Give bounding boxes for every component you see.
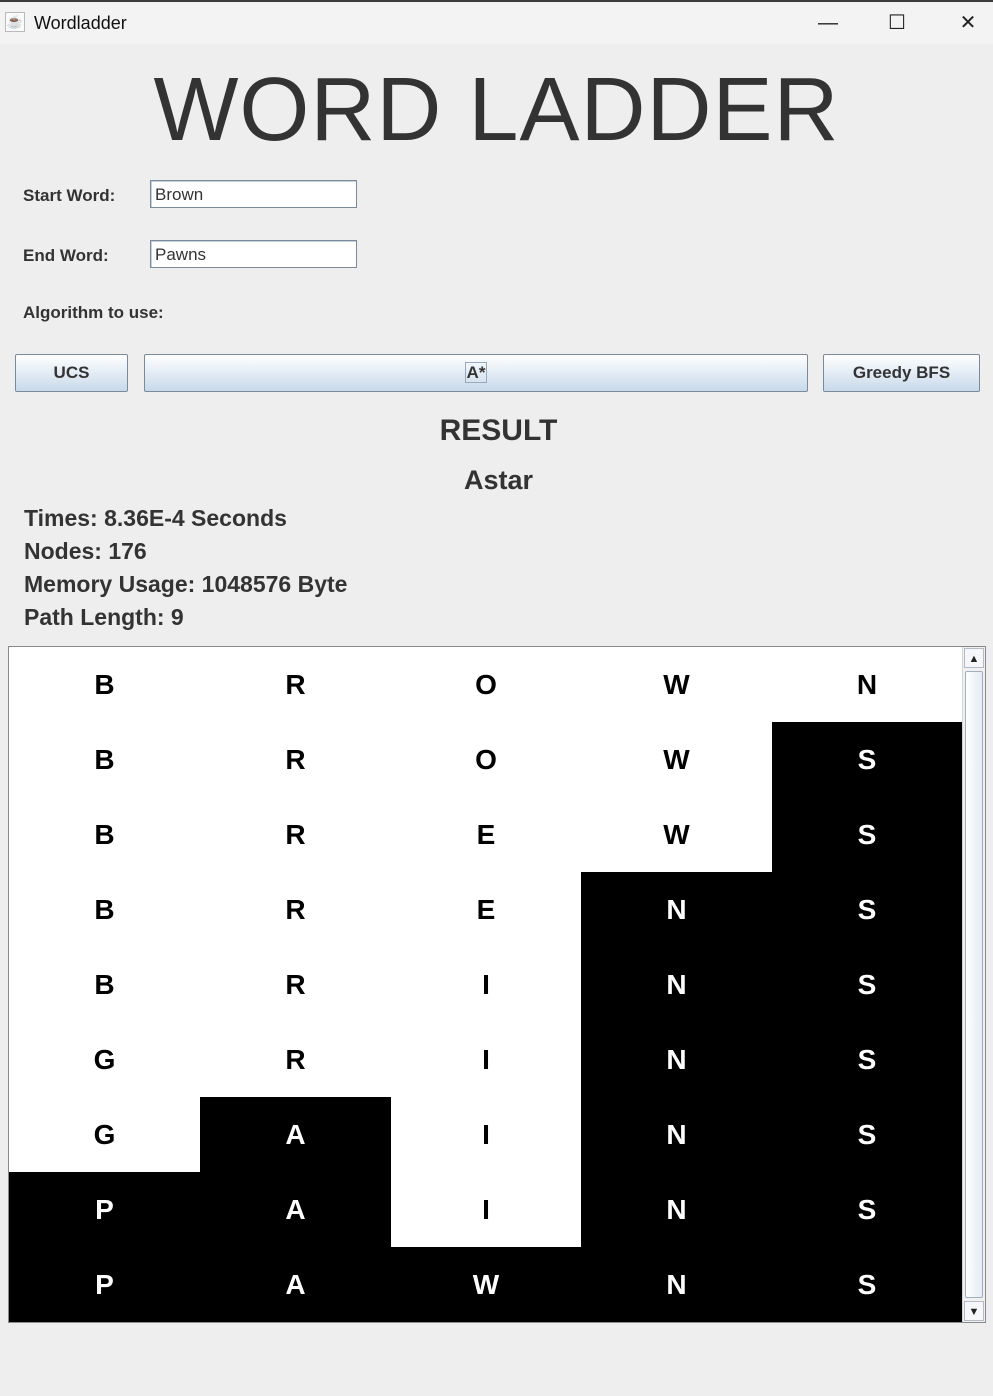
- ladder-cell: R: [200, 722, 391, 797]
- ladder-cell: N: [581, 947, 772, 1022]
- ladder-cell: S: [772, 1247, 962, 1322]
- close-button[interactable]: ✕: [945, 2, 991, 44]
- end-word-input[interactable]: [150, 240, 357, 268]
- algorithm-label: Algorithm to use:: [23, 303, 164, 322]
- title-bar: ☕ Wordladder — ☐ ✕: [0, 0, 993, 44]
- scroll-up-icon[interactable]: ▲: [964, 648, 984, 668]
- maximize-button[interactable]: ☐: [874, 2, 920, 44]
- ladder-cell: R: [200, 647, 391, 722]
- ladder-cell: A: [200, 1172, 391, 1247]
- minimize-button[interactable]: —: [805, 2, 851, 44]
- ladder-cell: N: [581, 1172, 772, 1247]
- result-nodes: Nodes: 176: [24, 538, 147, 564]
- ladder-cell: S: [772, 797, 962, 872]
- ladder-cell: S: [772, 722, 962, 797]
- vertical-scrollbar[interactable]: ▲ ▼: [962, 647, 985, 1322]
- ladder-grid: BROWNBROWSBREWSBRENSBRINSGRINSGAINSPAINS…: [9, 647, 962, 1322]
- ladder-cell: N: [581, 1022, 772, 1097]
- ladder-cell: G: [9, 1097, 200, 1172]
- astar-button-label: A*: [464, 362, 488, 383]
- ladder-cell: N: [581, 1247, 772, 1322]
- maximize-icon: ☐: [888, 12, 906, 34]
- ladder-cell: O: [391, 722, 581, 797]
- ladder-cell: W: [581, 797, 772, 872]
- ladder-cell: I: [391, 947, 581, 1022]
- ladder-cell: S: [772, 1172, 962, 1247]
- ladder-cell: B: [9, 797, 200, 872]
- result-times: Times: 8.36E-4 Seconds: [24, 505, 287, 531]
- ladder-cell: I: [391, 1172, 581, 1247]
- ladder-cell: N: [581, 1097, 772, 1172]
- ladder-cell: P: [9, 1247, 200, 1322]
- minimize-icon: —: [818, 12, 838, 34]
- start-word-label: Start Word:: [23, 186, 116, 205]
- ladder-cell: B: [9, 647, 200, 722]
- close-icon: ✕: [959, 12, 977, 34]
- end-word-label: End Word:: [23, 246, 109, 265]
- start-word-input[interactable]: [150, 180, 357, 208]
- result-heading: RESULT: [439, 414, 558, 447]
- greedy-bfs-button[interactable]: Greedy BFS: [823, 354, 980, 392]
- ucs-button[interactable]: UCS: [15, 354, 128, 392]
- result-path-length: Path Length: 9: [24, 604, 184, 630]
- ladder-cell: N: [772, 647, 962, 722]
- ladder-cell: W: [581, 647, 772, 722]
- scroll-thumb[interactable]: [965, 671, 983, 1298]
- ladder-cell: N: [581, 872, 772, 947]
- ladder-cell: R: [200, 872, 391, 947]
- result-algorithm: Astar: [463, 465, 534, 495]
- java-cup-icon: ☕: [5, 12, 25, 32]
- ladder-cell: A: [200, 1247, 391, 1322]
- ladder-cell: S: [772, 872, 962, 947]
- ladder-cell: S: [772, 1097, 962, 1172]
- ladder-cell: P: [9, 1172, 200, 1247]
- ladder-cell: A: [200, 1097, 391, 1172]
- result-memory: Memory Usage: 1048576 Byte: [24, 571, 348, 597]
- page-title: WORD LADDER: [153, 60, 840, 160]
- ladder-cell: B: [9, 722, 200, 797]
- ladder-scroll-pane[interactable]: BROWNBROWSBREWSBRENSBRINSGRINSGAINSPAINS…: [8, 646, 986, 1323]
- ladder-cell: B: [9, 872, 200, 947]
- scroll-down-icon[interactable]: ▼: [964, 1301, 984, 1321]
- ladder-cell: O: [391, 647, 581, 722]
- ladder-cell: R: [200, 797, 391, 872]
- ladder-cell: W: [581, 722, 772, 797]
- ladder-cell: R: [200, 947, 391, 1022]
- ladder-cell: I: [391, 1097, 581, 1172]
- ladder-cell: S: [772, 1022, 962, 1097]
- astar-button[interactable]: A*: [144, 354, 808, 392]
- ladder-cell: B: [9, 947, 200, 1022]
- ladder-cell: G: [9, 1022, 200, 1097]
- window-title: Wordladder: [34, 13, 127, 33]
- ladder-cell: I: [391, 1022, 581, 1097]
- ladder-cell: S: [772, 947, 962, 1022]
- ladder-cell: R: [200, 1022, 391, 1097]
- ladder-cell: W: [391, 1247, 581, 1322]
- ladder-cell: E: [391, 872, 581, 947]
- ladder-cell: E: [391, 797, 581, 872]
